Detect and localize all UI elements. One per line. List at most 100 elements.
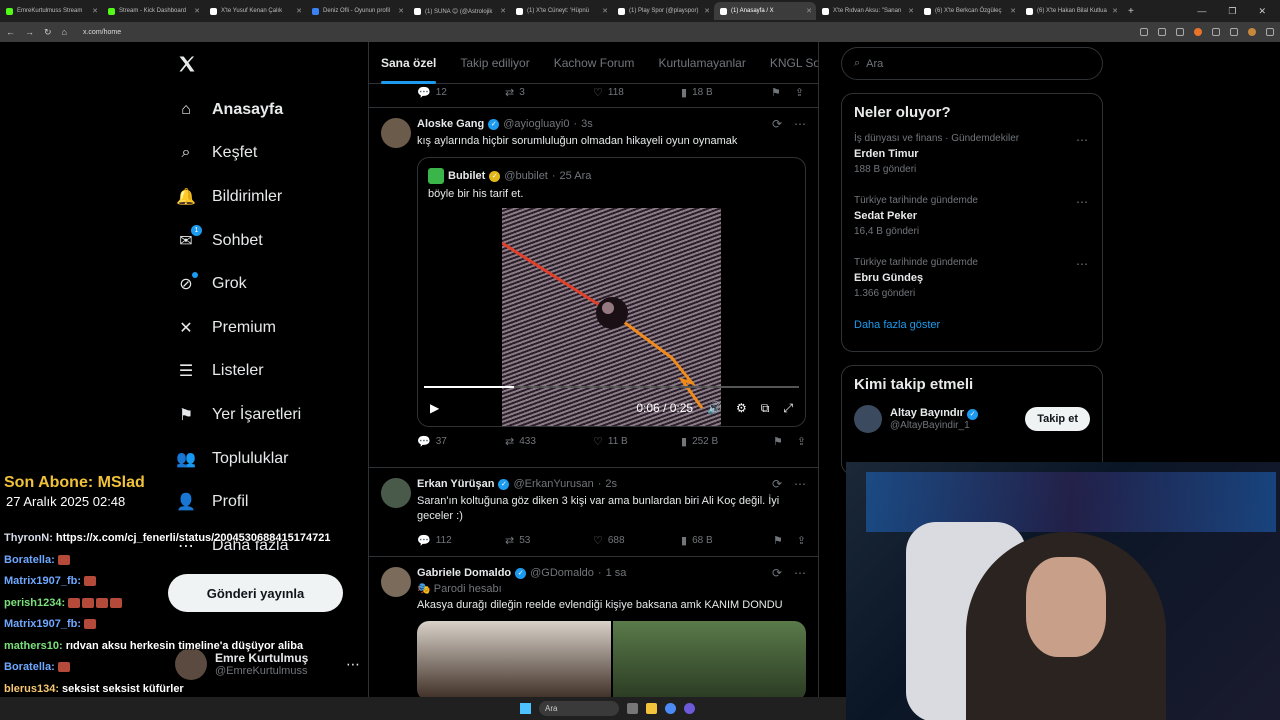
bookmark-icon[interactable]: ⚑ [771,86,781,99]
timeline-tab[interactable]: Sana özel [369,42,448,84]
url-field[interactable]: x.com/home [83,29,121,36]
tweet-author-name[interactable]: Aloske Gang [417,118,484,130]
browser-tab[interactable]: X'te Yusuf Kenan Çalık ✕ [204,2,306,20]
tab-close-icon[interactable]: ✕ [194,7,200,15]
more-dots-icon[interactable]: ⋯ [1076,195,1088,209]
minimize-button[interactable]: — [1197,6,1206,17]
tweet-time[interactable]: 2s [605,478,617,490]
share-icon[interactable]: ⇪ [795,86,804,99]
more-dots-icon[interactable]: ⋯ [794,566,806,580]
tab-close-icon[interactable]: ✕ [296,7,302,15]
more-dots-icon[interactable]: ⋯ [794,477,806,491]
avatar[interactable] [381,118,411,148]
sidebar-item-bookmark[interactable]: ⚑ Yer İşaretleri [170,393,370,437]
extensions-puzzle-icon[interactable] [1212,28,1220,36]
browser-tab[interactable]: EmreKurtulmuss Stream ✕ [0,2,102,20]
trend-item[interactable]: Türkiye tarihinde gündemde Ebru Gündeş 1.3… [842,253,1102,315]
tweet-author-handle[interactable]: @GDomaldo [530,567,594,579]
file-explorer-icon[interactable] [646,703,657,714]
tab-close-icon[interactable]: ✕ [704,7,710,15]
timeline-tab[interactable]: Kachow Forum [542,42,647,84]
avatar[interactable] [381,478,411,508]
volume-icon[interactable]: 🔊 [707,401,722,415]
quoted-tweet[interactable]: Bubilet ✓ @bubilet · 25 Ara böyle bir hi… [417,157,806,427]
taskbar-search[interactable]: Ara [539,701,619,716]
x-logo-icon[interactable] [177,54,197,74]
play-icon[interactable]: ▶ [430,401,439,415]
bookmark-icon[interactable]: ⚑ [773,435,783,448]
browser-tab[interactable]: (1) Play Spor (@playspor) ✕ [612,2,714,20]
reply-button[interactable]: 💬 12 [417,86,505,99]
browser-tab[interactable]: X'te Rıdvan Aksu: "Sanan ✕ [816,2,918,20]
tab-close-icon[interactable]: ✕ [92,7,98,15]
trend-item[interactable]: İş dünyası ve finans · Gündemdekiler Erde… [842,129,1102,191]
video-progress[interactable] [424,386,799,388]
sidebar-item-x[interactable]: ✕ Premium [170,306,370,350]
downloads-icon[interactable] [1230,28,1238,36]
browser-tab[interactable]: Deniz Ofli - Oyunun profil ✕ [306,2,408,20]
close-window-button[interactable]: ✕ [1258,6,1266,17]
tweet-photo[interactable] [612,621,806,701]
chrome-icon[interactable] [665,703,676,714]
sidebar-item-list[interactable]: ☰ Listeler [170,350,370,394]
show-more-link[interactable]: Daha fazla göster [842,315,1102,343]
forward-icon[interactable]: → [25,27,34,37]
more-dots-icon[interactable]: ⋯ [1076,257,1088,271]
tweet-time[interactable]: 3s [581,118,593,130]
tab-close-icon[interactable]: ✕ [908,7,914,15]
browser-tab[interactable]: (6) X'te Berkcan Özgüleç ✕ [918,2,1020,20]
browser-tab[interactable]: (1) Anasayfa / X ✕ [714,2,816,20]
tab-close-icon[interactable]: ✕ [1112,7,1118,15]
taskview-icon[interactable] [627,703,638,714]
suggestion-name[interactable]: Altay Bayındır [890,407,964,419]
share-icon[interactable]: ⇪ [797,435,806,448]
extension-icon[interactable] [1194,28,1202,36]
install-icon[interactable] [1158,28,1166,36]
pip-icon[interactable]: ⧉ [761,401,770,416]
home-nav-icon[interactable]: ⌂ [62,27,67,37]
timeline-tab[interactable]: Kurtulamayanlar [646,42,757,84]
tweet-author-handle[interactable]: @ErkanYurusan [513,478,593,490]
sidebar-item-bell[interactable]: 🔔 Bildirimler [170,175,370,219]
tweet-time[interactable]: 1 sa [606,567,627,579]
grok-icon[interactable]: ⟳ [772,566,782,580]
views-button[interactable]: ▮ 68 B [681,534,769,547]
windows-start-icon[interactable] [520,703,531,714]
maximize-button[interactable]: ❐ [1228,6,1236,17]
tweet-media[interactable] [417,621,806,701]
browser-tab[interactable]: (1) SUNA 😊 (@Astrolojik ✕ [408,2,510,20]
tweet[interactable]: Gabriele Domaldo ✓ @GDomaldo · 1 sa ⟳ ⋯ 🎭… [369,557,818,720]
tweet-author-name[interactable]: Erkan Yürüşan [417,478,494,490]
settings-icon[interactable]: ⚙ [736,401,747,415]
share-icon[interactable]: ⇪ [797,534,806,547]
views-button[interactable]: ▮ 252 B [681,435,769,448]
sidebar-item-mail[interactable]: ✉ 1 Sohbet [170,219,370,263]
grok-icon[interactable]: ⟳ [772,477,782,491]
repost-button[interactable]: ⇄ 433 [505,435,593,448]
reply-button[interactable]: 💬 37 [417,435,505,448]
trend-item[interactable]: Türkiye tarihinde gündemde Sedat Peker 16,… [842,191,1102,253]
bookmark-icon[interactable]: ⚑ [773,534,783,547]
repost-button[interactable]: ⇄ 3 [505,86,593,99]
tweet-photo[interactable] [417,621,611,701]
zoom-icon[interactable] [1140,28,1148,36]
follow-suggestion[interactable]: Altay Bayındır ✓ @AltayBayindir_1 Takip … [842,401,1102,437]
timeline-tab[interactable]: Takip ediliyor [448,42,541,84]
like-button[interactable]: ♡ 688 [593,534,681,547]
like-button[interactable]: ♡ 11 B [593,435,681,448]
fullscreen-icon[interactable]: ⤢ [783,401,793,416]
sidebar-item-grok[interactable]: ⊘ Grok [170,262,370,306]
tweet[interactable]: Aloske Gang ✓ @ayiogluayi0 · 3s ⟳ ⋯ kış a… [369,108,818,468]
tab-close-icon[interactable]: ✕ [1010,7,1016,15]
avatar[interactable] [381,567,411,597]
star-icon[interactable] [1176,28,1184,36]
tweet-author-name[interactable]: Gabriele Domaldo [417,567,511,579]
avatar[interactable] [854,405,882,433]
grok-icon[interactable]: ⟳ [772,117,782,131]
views-button[interactable]: ▮ 18 B [681,86,769,99]
reload-icon[interactable]: ↻ [44,27,52,38]
tab-close-icon[interactable]: ✕ [500,7,506,15]
follow-button[interactable]: Takip et [1025,407,1090,431]
search-input[interactable]: ⌕ Ara [841,47,1103,80]
menu-icon[interactable] [1266,28,1274,36]
